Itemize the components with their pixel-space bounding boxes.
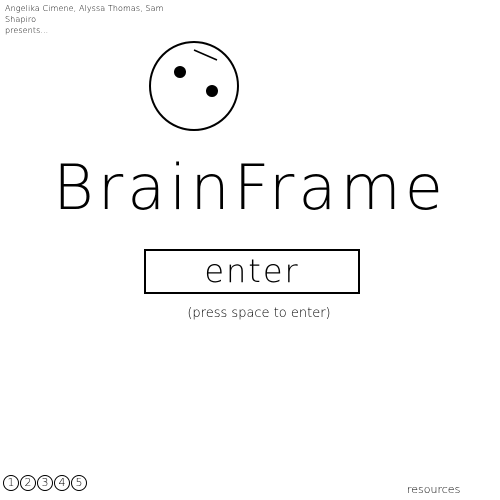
enter-hint: (press space to enter) (187, 306, 331, 321)
credits: Angelika Cimene, Alyssa Thomas, Sam Shap… (5, 3, 195, 36)
page-4-button[interactable]: 4 (54, 475, 70, 491)
face-icon (149, 41, 239, 131)
resources-link[interactable]: resources (407, 483, 460, 497)
credits-names: Angelika Cimene, Alyssa Thomas, Sam Shap… (5, 4, 164, 24)
page-1-button[interactable]: 1 (3, 475, 19, 491)
page-2-button[interactable]: 2 (20, 475, 36, 491)
app-title: BrainFrame (53, 151, 447, 224)
page-navigation: 1 2 3 4 5 (3, 475, 87, 495)
enter-button[interactable]: enter (144, 249, 360, 294)
page-5-button[interactable]: 5 (71, 475, 87, 491)
page-3-button[interactable]: 3 (37, 475, 53, 491)
credits-presents: presents... (5, 26, 49, 35)
